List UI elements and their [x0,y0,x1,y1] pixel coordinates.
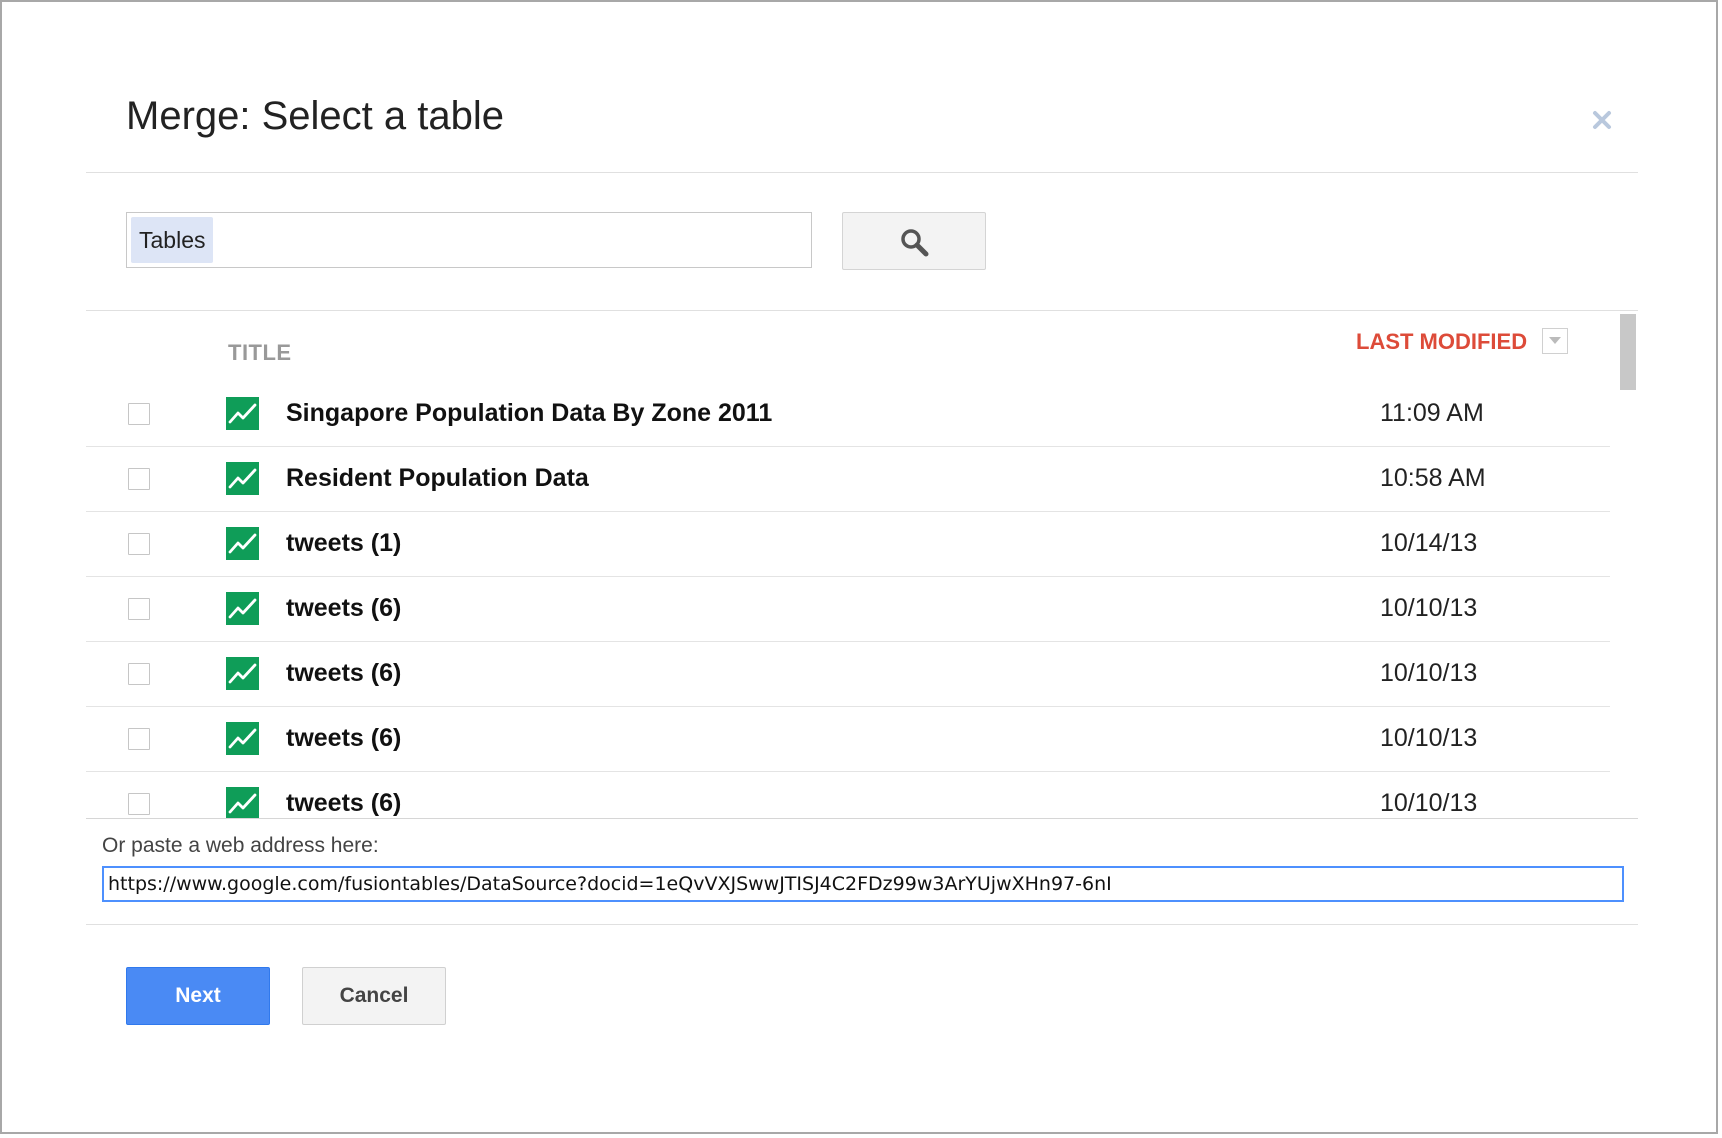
table-title[interactable]: tweets (1) [286,529,401,558]
row-checkbox[interactable] [128,663,150,685]
table-chart-icon [226,787,259,818]
table-title[interactable]: tweets (6) [286,659,401,688]
dialog-title: Merge: Select a table [126,94,504,138]
divider [86,172,1638,173]
last-modified-value: 10/14/13 [1380,529,1478,557]
table-row[interactable]: tweets (6) 10/10/13 [86,642,1610,707]
paste-url-label: Or paste a web address here: [102,834,379,857]
row-checkbox[interactable] [128,598,150,620]
search-button[interactable] [842,212,986,270]
last-modified-value: 10/10/13 [1380,594,1478,622]
table-title[interactable]: tweets (6) [286,594,401,623]
table-chart-icon [226,722,259,755]
table-row[interactable]: Resident Population Data 10:58 AM [86,447,1610,512]
search-icon [901,229,929,257]
table-chart-icon [226,592,259,625]
table-row[interactable]: tweets (6) 10/10/13 [86,707,1610,772]
url-input[interactable] [102,866,1624,902]
divider [86,924,1638,925]
search-input[interactable]: Tables [126,212,812,268]
table-title[interactable]: tweets (6) [286,724,401,753]
cancel-button[interactable]: Cancel [302,967,446,1025]
table-chart-icon [226,657,259,690]
row-checkbox[interactable] [128,793,150,815]
table-title[interactable]: Singapore Population Data By Zone 2011 [286,399,772,428]
table-row[interactable]: Singapore Population Data By Zone 2011 11… [86,382,1610,447]
row-checkbox[interactable] [128,403,150,425]
sort-dropdown-button[interactable] [1542,328,1568,354]
table-list: TITLE LAST MODIFIED Singapore Population… [86,312,1638,818]
column-header-last-modified[interactable]: LAST MODIFIED [1356,329,1527,355]
row-checkbox[interactable] [128,533,150,555]
table-title[interactable]: tweets (6) [286,789,401,818]
row-checkbox[interactable] [128,468,150,490]
table-row[interactable]: tweets (6) 10/10/13 [86,772,1610,818]
table-chart-icon [226,462,259,495]
last-modified-value: 10:58 AM [1380,464,1486,492]
row-checkbox[interactable] [128,728,150,750]
chevron-down-icon [1549,337,1561,344]
divider [86,310,1638,311]
last-modified-value: 10/10/13 [1380,724,1478,752]
table-row[interactable]: tweets (6) 10/10/13 [86,577,1610,642]
scrollbar-thumb[interactable] [1620,314,1636,390]
close-icon[interactable] [1588,106,1616,134]
last-modified-value: 10/10/13 [1380,659,1478,687]
last-modified-value: 10/10/13 [1380,789,1478,817]
table-chart-icon [226,397,259,430]
last-modified-value: 11:09 AM [1380,399,1484,427]
table-chart-icon [226,527,259,560]
table-row[interactable]: tweets (1) 10/14/13 [86,512,1610,577]
column-header-title[interactable]: TITLE [228,340,292,366]
table-title[interactable]: Resident Population Data [286,464,589,493]
search-filter-chip[interactable]: Tables [131,217,214,263]
table-rows: Singapore Population Data By Zone 2011 11… [86,382,1610,818]
next-button[interactable]: Next [126,967,270,1025]
divider [86,818,1638,819]
merge-dialog: Merge: Select a table Tables TITLE LAST … [0,0,1718,1134]
